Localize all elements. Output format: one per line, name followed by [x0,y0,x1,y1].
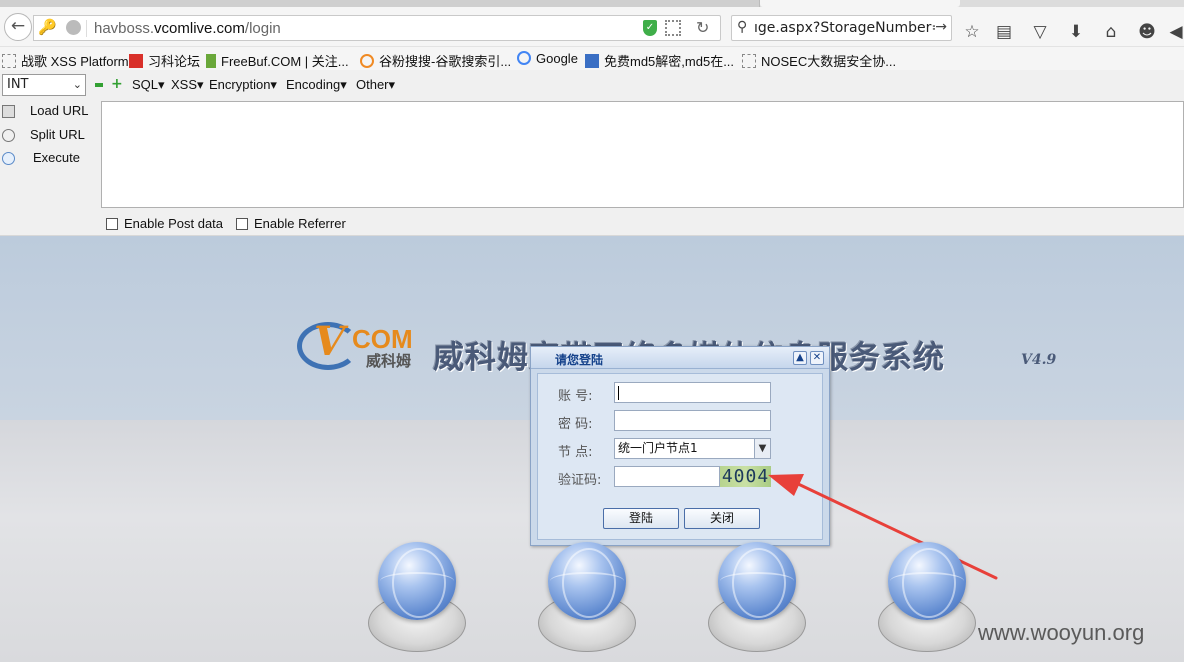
reading-list-icon[interactable]: ▤ [994,22,1014,42]
split-icon [2,129,15,142]
bookmark-item[interactable]: 习科论坛 [129,51,200,69]
globe-icon [888,542,966,620]
text-caret [618,386,619,400]
tab-login[interactable] [0,0,760,7]
checkbox-icon [236,218,248,230]
password-label: 密 码: [558,417,593,432]
qr-code-icon[interactable] [665,20,681,36]
menu-xss[interactable]: XSS▾ [171,77,204,93]
hackbar-panel: INT ⌄ + SQL▾ XSS▾ Encryption▾ Encoding▾ … [0,70,1184,236]
menu-other[interactable]: Other▾ [356,77,395,93]
arrow-head [768,474,804,496]
dialog-header: 请您登陆 ▲ ✕ [531,347,829,369]
login-button[interactable]: 登陆 [603,508,679,529]
enable-referrer-checkbox[interactable]: Enable Referrer [236,216,346,231]
download-icon[interactable]: ⬇ [1066,22,1086,42]
checkbox-icon [106,218,118,230]
extension-icon[interactable]: ◀ [1166,22,1184,42]
reload-icon[interactable]: ↻ [696,18,709,37]
search-bar[interactable]: ⚲ ıge.aspx?StorageNumber= → [731,15,952,41]
globe-icon [718,542,796,620]
globe-icon [66,20,81,35]
close-icon[interactable]: ✕ [810,351,824,365]
shield-icon[interactable]: ✓ [643,20,657,36]
collapse-icon[interactable]: ▲ [793,351,807,365]
plus-icon[interactable]: + [111,76,123,92]
url-text[interactable]: havboss.vcomlive.com/login [94,20,281,37]
url-bar[interactable]: 🔑 havboss.vcomlive.com/login ✓ ↻ [33,15,721,41]
bookmark-item[interactable]: FreeBuf.COM | 关注... [206,51,349,69]
close-button[interactable]: 关闭 [684,508,760,529]
smiley-icon[interactable]: ☻ [1137,22,1157,42]
account-input[interactable] [614,382,771,403]
slc-icon [129,54,143,68]
node-select[interactable]: 统一门户节点1 ▼ [614,438,771,459]
load-url-button[interactable]: Load URL [0,103,95,121]
star-icon[interactable]: ☆ [962,22,982,42]
pocket-icon[interactable]: ▽ [1030,22,1050,42]
bookmark-item[interactable]: NOSEC大数据安全协... [742,51,896,69]
menu-sql[interactable]: SQL▾ [132,77,165,93]
tab-active[interactable] [760,0,960,7]
orb-button-3[interactable] [708,542,808,662]
enable-post-checkbox[interactable]: Enable Post data [106,216,223,231]
menu-encryption[interactable]: Encryption▾ [209,77,277,93]
node-label: 节 点: [558,445,593,460]
globe-icon [548,542,626,620]
bookmark-item[interactable]: 战歌 XSS Platform [2,51,129,69]
orb-button-1[interactable] [368,542,468,662]
page-icon [742,54,756,68]
bookmark-item[interactable]: 谷粉搜搜-谷歌搜索引... [360,51,511,69]
captcha-label: 验证码: [558,473,602,488]
md5-icon [585,54,599,68]
search-input[interactable]: ıge.aspx?StorageNumber= [754,20,943,36]
password-input[interactable] [614,410,771,431]
key-icon: 🔑 [38,18,57,36]
captcha-input[interactable] [614,466,720,487]
freebuf-icon [206,54,216,68]
menu-encoding[interactable]: Encoding▾ [286,77,347,93]
page-icon [2,54,16,68]
dialog-title: 请您登陆 [555,353,604,367]
bookmark-item[interactable]: Google [517,51,578,67]
node-value: 统一门户节点1 [618,441,698,455]
logo-cn: 威科姆 [366,352,412,370]
navigation-bar: ← 🔑 havboss.vcomlive.com/login ✓ ↻ ⚲ ıge… [0,7,1184,47]
minus-icon[interactable] [95,83,103,87]
play-icon [2,152,15,165]
logo-v-icon: V [314,318,346,365]
hackbar-type-value: INT [7,77,29,92]
split-url-button[interactable]: Split URL [0,127,95,145]
back-button[interactable]: ← [4,13,32,41]
bookmarks-bar: 战歌 XSS Platform 习科论坛 FreeBuf.COM | 关注...… [0,48,1184,70]
url-separator [86,20,87,37]
search-go-icon[interactable]: → [935,19,947,35]
google-icon [517,51,531,65]
home-icon[interactable]: ⌂ [1101,22,1121,42]
account-label: 账 号: [558,389,593,404]
load-icon [2,105,15,118]
search-icon: ⚲ [737,19,748,35]
system-version: V4.9 [1021,352,1057,368]
hackbar-type-select[interactable]: INT ⌄ [2,74,86,96]
tab-strip [0,0,1184,7]
hackbar-url-textarea[interactable] [101,101,1184,208]
bookmark-item[interactable]: 免费md5解密,md5在... [585,51,734,69]
orb-button-2[interactable] [538,542,638,662]
orb-button-4[interactable] [878,542,978,662]
execute-button[interactable]: Execute [0,150,95,168]
watermark: www.wooyun.org [978,620,1145,645]
g-icon [360,54,374,68]
globe-icon [378,542,456,620]
chevron-down-icon: ⌄ [72,78,82,91]
chevron-down-icon[interactable]: ▼ [754,439,770,458]
